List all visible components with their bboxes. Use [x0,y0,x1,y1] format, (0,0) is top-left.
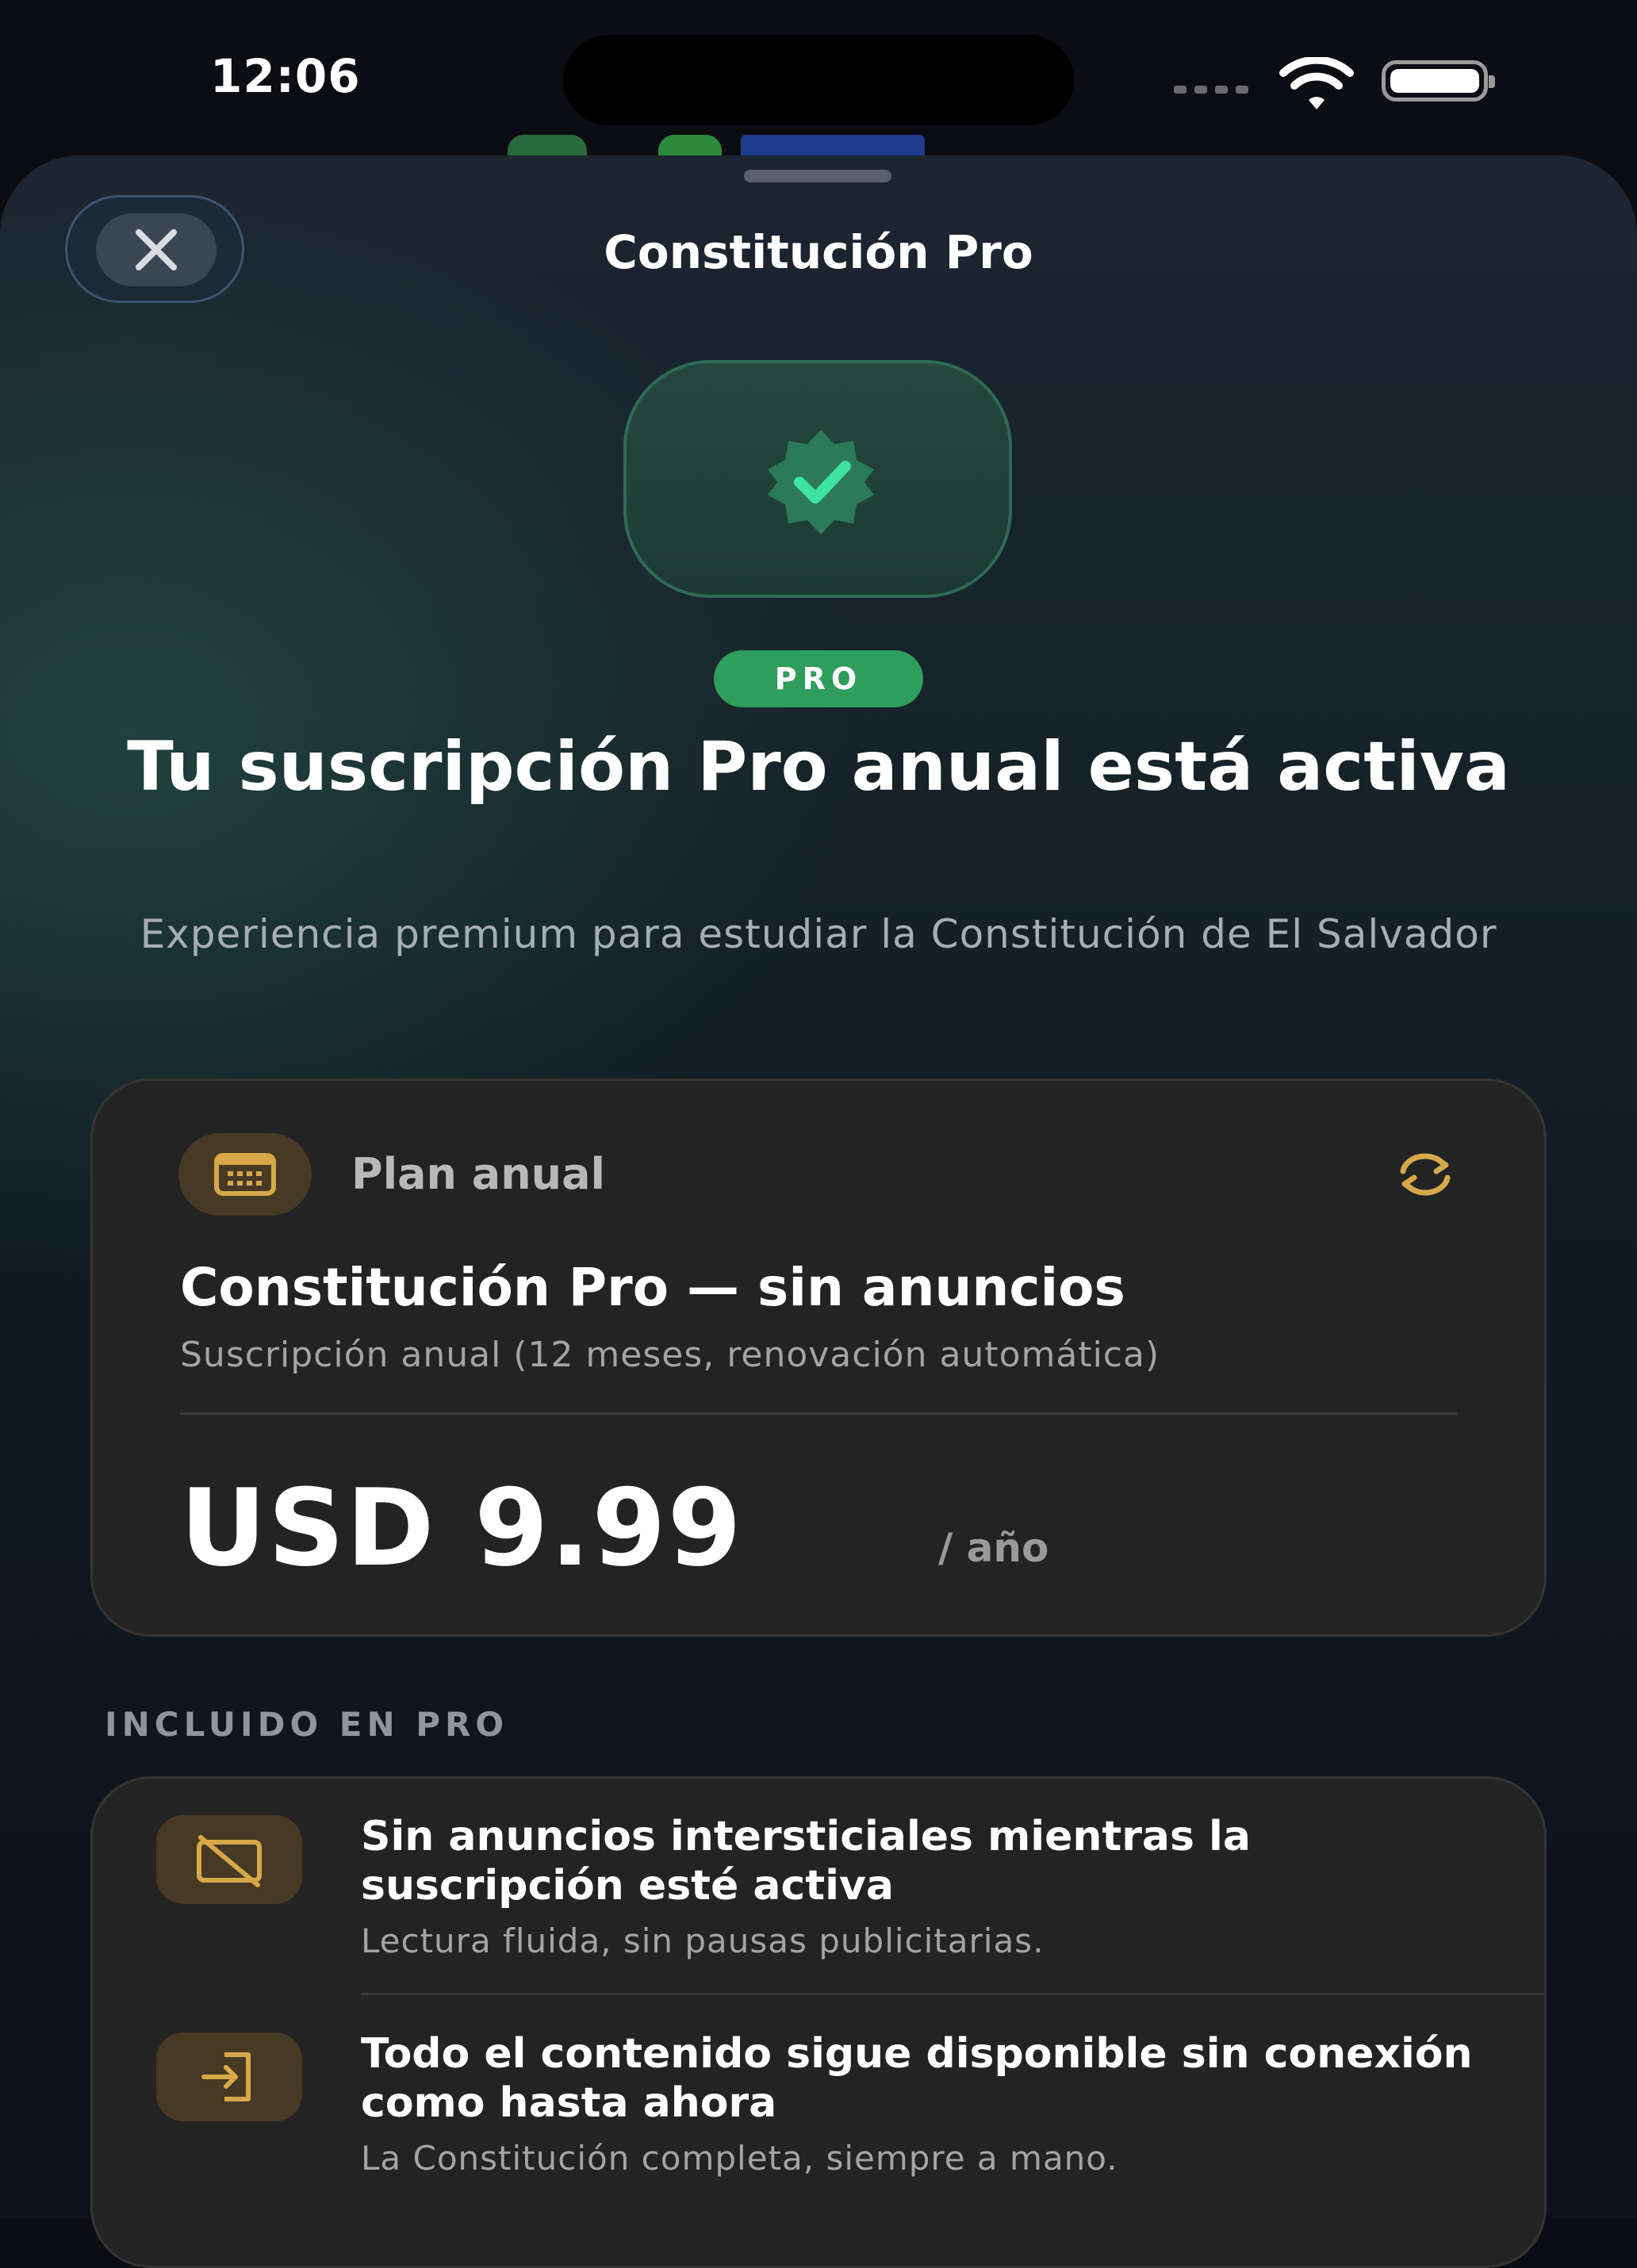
plan-icon-bubble [178,1133,312,1216]
feature-title: Todo el contenido sigue disponible sin c… [361,2030,1473,2127]
plan-period: / año [938,1525,1049,1571]
dynamic-island [563,35,1074,125]
plan-card: Plan anual Constitución Pro — sin anunci… [90,1078,1547,1637]
headline: Tu suscripción Pro anual está activa [127,727,1510,806]
feature-icon-bubble [156,2032,302,2121]
wifi-icon [1279,57,1354,109]
no-ads-icon [197,1835,262,1887]
calendar-icon [214,1153,276,1196]
plan-divider [180,1412,1457,1415]
subheadline: Experiencia premium para estudiar la Con… [140,911,1497,957]
pro-pill: PRO [714,650,923,707]
plan-price: USD 9.99 [180,1466,743,1590]
plan-description: Suscripción anual (12 meses, renovación … [180,1335,1160,1375]
feature-icon-bubble [156,1815,302,1904]
feature-title: Sin anuncios intersticiales mientras la … [361,1813,1251,1910]
section-title-included: INCLUIDO EN PRO [105,1705,509,1744]
status-time: 12:06 [210,49,361,103]
sheet-title: Constitución Pro [604,225,1033,279]
features-card: Sin anuncios intersticiales mientras la … [90,1776,1547,2268]
verified-badge-icon [768,430,874,534]
sheet-grabber[interactable] [744,170,891,182]
pro-badge-tile [623,360,1012,598]
plan-label: Plan anual [351,1149,606,1199]
offline-access-icon [201,2052,251,2101]
plan-name: Constitución Pro — sin anuncios [180,1257,1125,1318]
feature-description: Lectura fluida, sin pausas publicitarias… [361,1921,1045,1960]
renew-icon [1400,1153,1451,1196]
feature-description: La Constitución completa, siempre a mano… [361,2139,1118,2178]
battery-icon [1382,60,1495,102]
cellular-signal-icon [1174,86,1248,94]
feature-divider [361,1993,1544,1995]
